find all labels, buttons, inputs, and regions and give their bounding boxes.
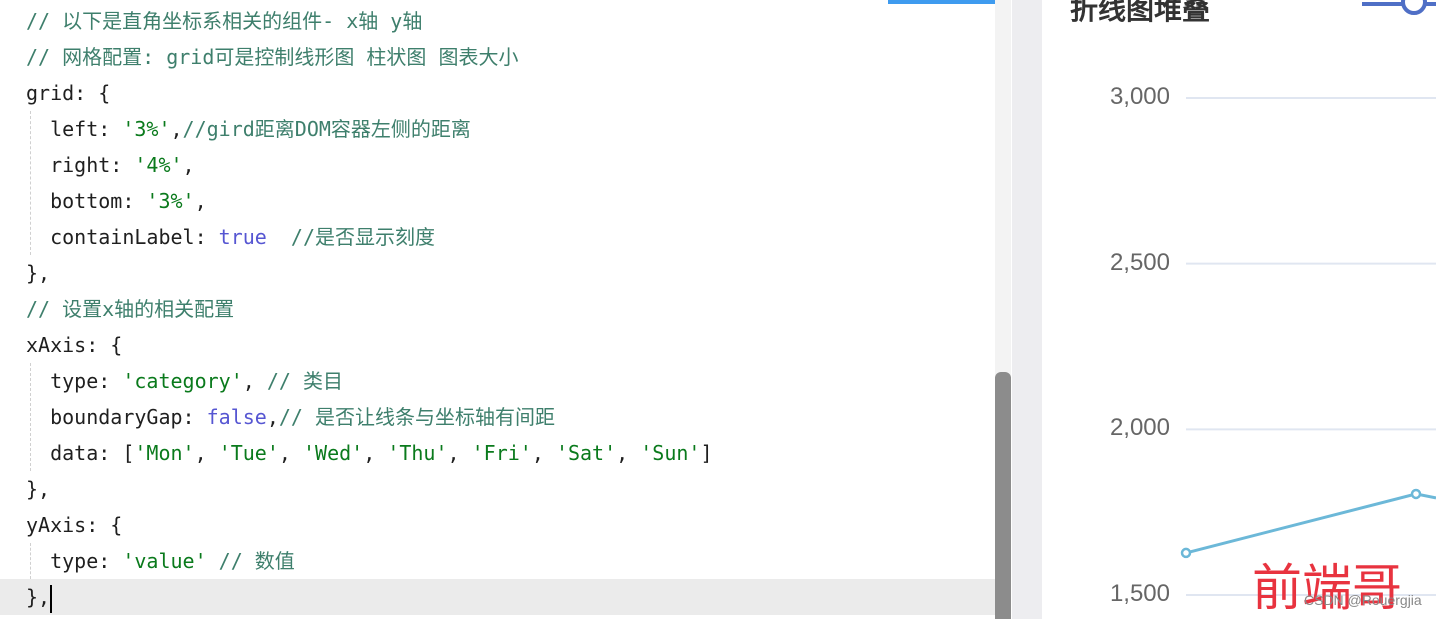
code-token-plain: ,	[242, 369, 267, 393]
y-tick-label: 2,000	[1109, 414, 1170, 442]
code-token-string: 'Wed'	[303, 441, 364, 465]
code-line[interactable]: },	[26, 255, 50, 291]
code-token-plain: },	[26, 261, 51, 285]
code-token-plain: yAxis: {	[26, 513, 123, 537]
code-line[interactable]: // 设置x轴的相关配置	[26, 291, 234, 327]
code-token-kw: false	[206, 405, 267, 429]
code-token-comment: // 设置x轴的相关配置	[26, 297, 235, 321]
code-line[interactable]: },	[0, 579, 995, 615]
code-token-comment: // 数值	[218, 549, 295, 573]
code-token-plain: bottom:	[26, 189, 147, 213]
active-tab-indicator	[888, 0, 1010, 4]
code-token-plain: right:	[26, 153, 135, 177]
code-line[interactable]: left: '3%',//gird距离DOM容器左侧的距离	[26, 111, 471, 147]
code-line[interactable]: },	[26, 471, 50, 507]
code-token-plain: ,	[194, 189, 207, 213]
credit-text: CSDN @Rouergjia	[1304, 592, 1422, 608]
series-line	[1185, 492, 1436, 555]
data-point[interactable]	[1410, 488, 1422, 500]
code-token-plain: boundaryGap:	[26, 405, 207, 429]
code-token-plain: xAxis: {	[26, 333, 123, 357]
code-token-string: '3%'	[122, 117, 171, 141]
code-token-string: 'value'	[122, 549, 207, 573]
code-line[interactable]: xAxis: {	[26, 327, 122, 363]
code-token-plain: containLabel:	[26, 225, 219, 249]
code-token-plain: left:	[26, 117, 123, 141]
code-token-plain: ,	[194, 441, 219, 465]
y-tick-label: 3,000	[1109, 83, 1170, 110]
code-token-comment: // 网格配置: grid可是控制线形图 柱状图 图表大小	[26, 45, 519, 69]
code-token-string: '4%'	[134, 153, 183, 177]
code-token-plain: ]	[700, 441, 713, 465]
code-line[interactable]: yAxis: {	[26, 507, 122, 543]
code-line[interactable]: type: 'category', // 类目	[26, 363, 343, 399]
code-token-plain: ,	[266, 405, 279, 429]
code-token-comment: // 类目	[266, 369, 343, 393]
code-token-plain: ,	[531, 441, 556, 465]
code-line[interactable]: // 以下是直角坐标系相关的组件- x轴 y轴	[26, 3, 422, 39]
code-token-comment: //gird距离DOM容器左侧的距离	[182, 117, 471, 141]
code-line[interactable]: data: ['Mon', 'Tue', 'Wed', 'Thu', 'Fri'…	[26, 435, 713, 471]
code-editor[interactable]: // 以下是直角坐标系相关的组件- x轴 y轴 // 网格配置: grid可是控制…	[0, 0, 1012, 619]
code-token-plain: },	[26, 477, 51, 501]
code-token-string: 'Sun'	[640, 441, 701, 465]
code-token-plain: ,	[182, 153, 195, 177]
code-token-plain: ,	[363, 441, 388, 465]
code-token-plain: ,	[616, 441, 641, 465]
code-token-comment: //是否显示刻度	[290, 225, 436, 249]
y-tick-label: 1,500	[1109, 580, 1170, 607]
code-token-comment: // 以下是直角坐标系相关的组件- x轴 y轴	[26, 9, 423, 33]
panel-divider	[1012, 0, 1042, 619]
code-token-comment: // 是否让线条与坐标轴有间距	[278, 405, 556, 429]
indent-guide	[30, 363, 31, 471]
code-token-plain: ,	[447, 441, 472, 465]
y-tick-label: 2,500	[1109, 248, 1170, 276]
text-caret	[50, 584, 53, 613]
code-token-plain: },	[26, 585, 51, 609]
indent-guide	[30, 543, 31, 579]
code-token-plain: ,	[170, 117, 183, 141]
code-token-plain: grid: {	[26, 81, 111, 105]
code-token-string: 'Thu'	[387, 441, 448, 465]
data-point[interactable]	[1180, 547, 1192, 559]
code-line[interactable]: right: '4%',	[26, 147, 195, 183]
indent-guide	[30, 111, 31, 255]
legend-line-icon[interactable]	[1362, 0, 1436, 15]
code-token-plain: ,	[278, 441, 303, 465]
watermark-text: 前端哥	[1252, 559, 1402, 617]
code-token-string: 'Mon'	[134, 441, 195, 465]
code-token-string: 'Tue'	[218, 441, 279, 465]
code-token-string: '3%'	[146, 189, 195, 213]
code-token-plain: data: [	[26, 441, 135, 465]
code-line[interactable]: type: 'value' // 数值	[26, 543, 295, 579]
code-token-kw: true	[218, 225, 267, 249]
code-line[interactable]: containLabel: true //是否显示刻度	[26, 219, 435, 255]
code-token-plain: type:	[26, 369, 123, 393]
code-token-string: 'Fri'	[471, 441, 532, 465]
code-token-string: 'category'	[122, 369, 243, 393]
code-token-string: 'Sat'	[555, 441, 617, 465]
code-token-plain: type:	[26, 549, 123, 573]
chart-panel: 折线图堆叠 3,000 2,500 2,000 1,500 前端哥 CSDN @Rou…	[1042, 0, 1436, 619]
code-line[interactable]: grid: {	[26, 75, 110, 111]
code-line[interactable]: bottom: '3%',	[26, 183, 207, 219]
scrollbar-thumb[interactable]	[995, 372, 1011, 619]
code-line[interactable]: // 网格配置: grid可是控制线形图 柱状图 图表大小	[26, 39, 518, 75]
code-line[interactable]: boundaryGap: false,// 是否让线条与坐标轴有间距	[26, 399, 555, 435]
